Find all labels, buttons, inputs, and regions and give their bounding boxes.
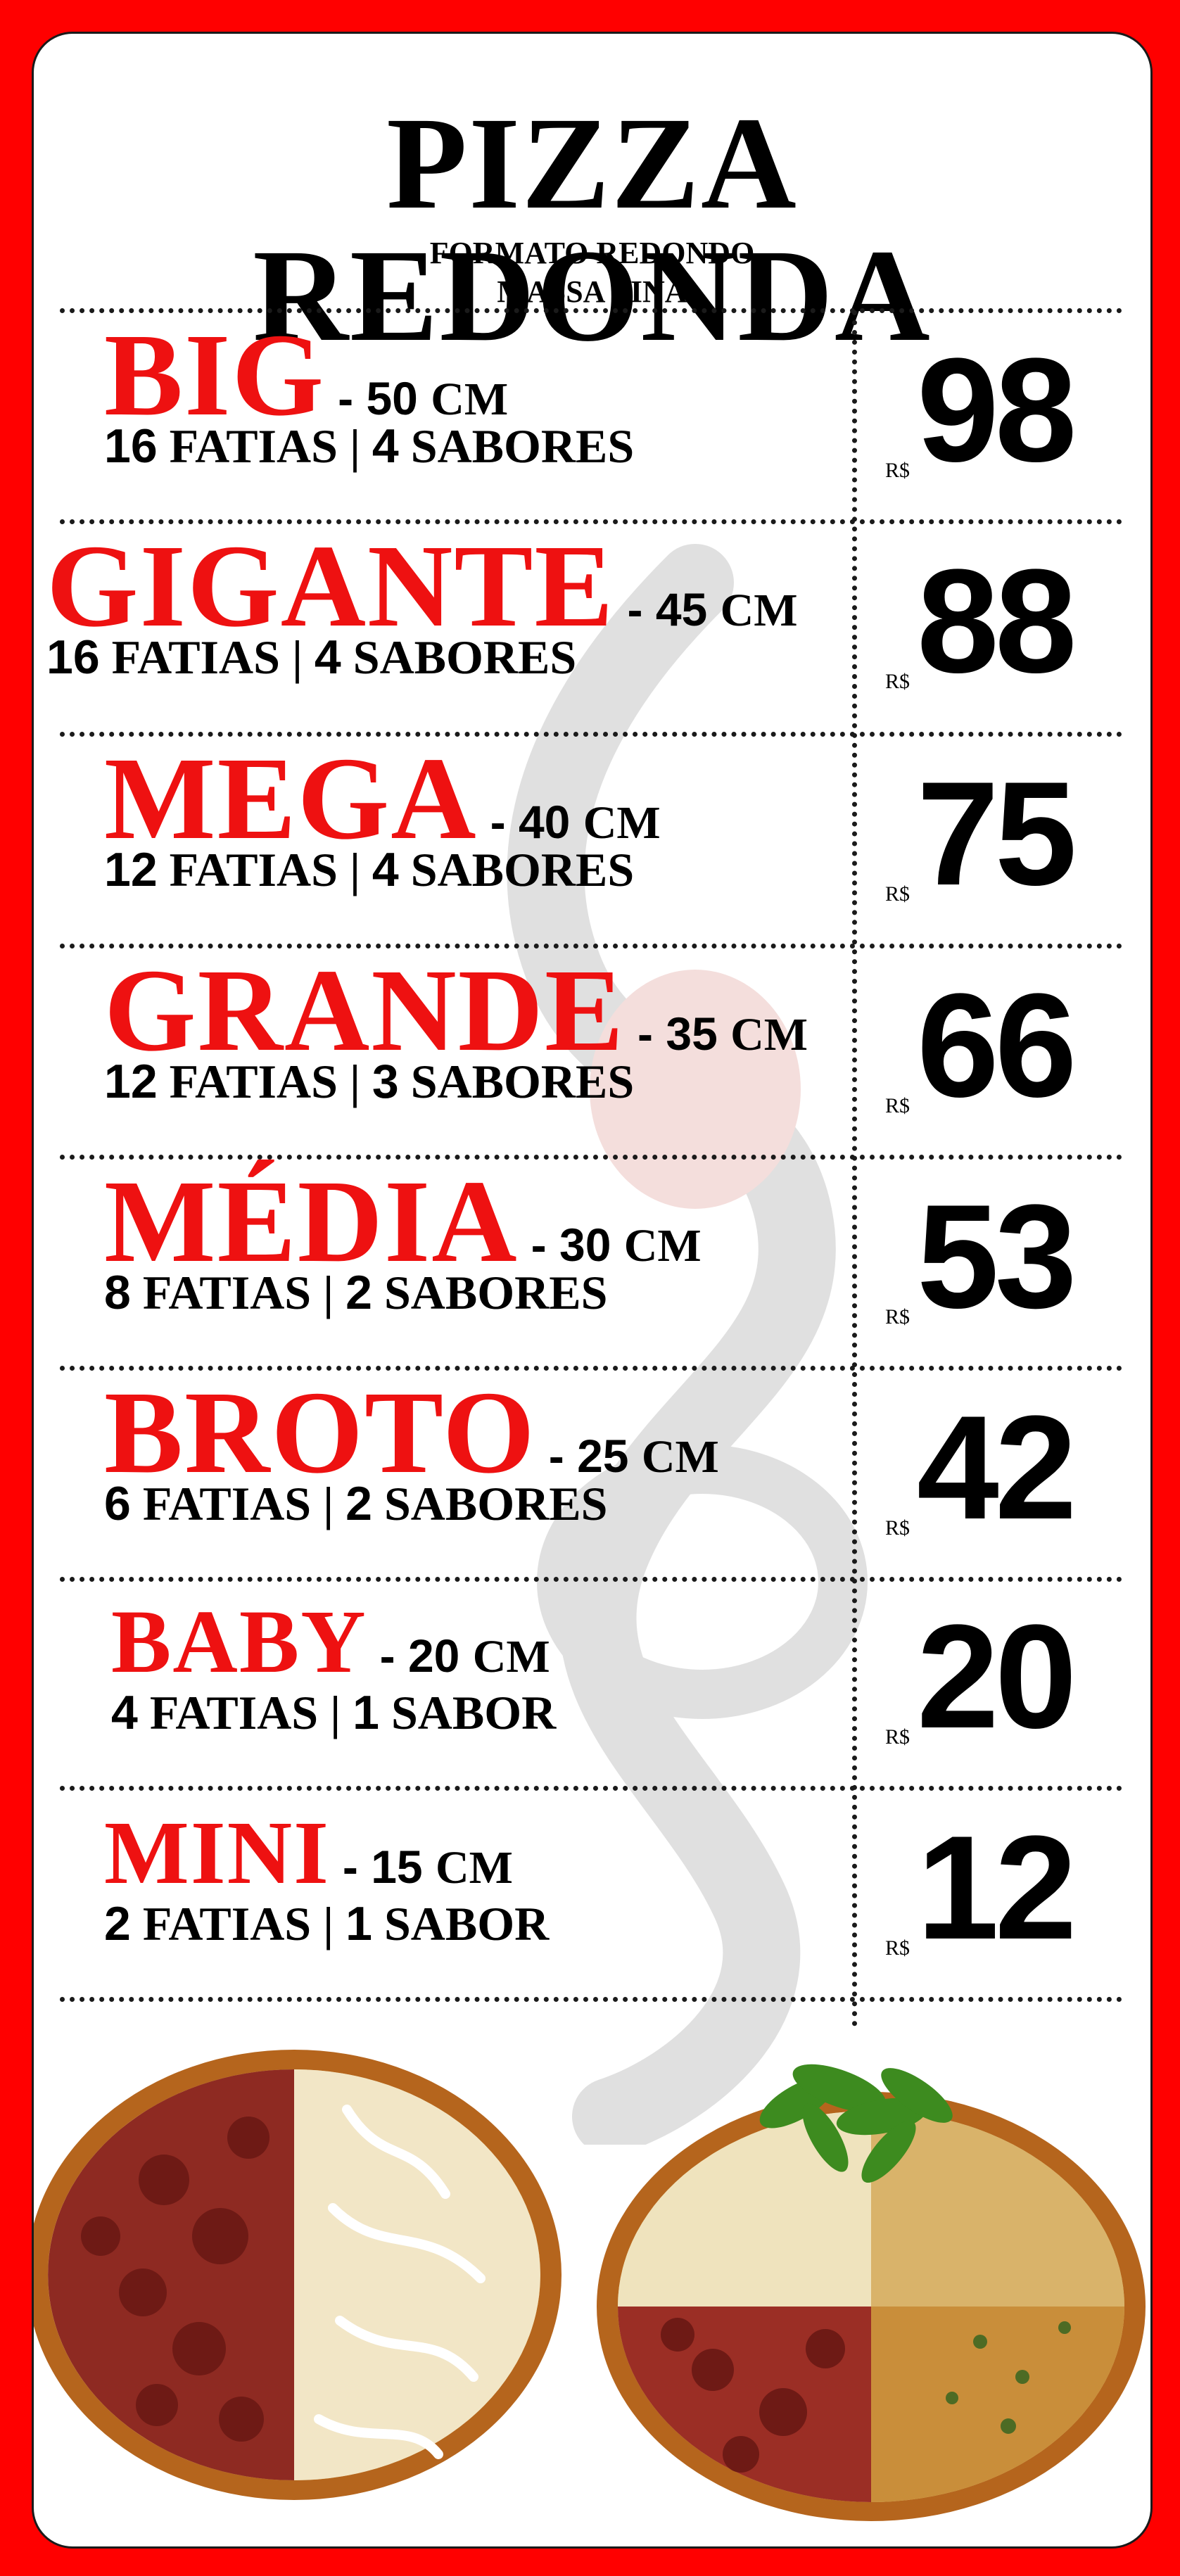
size-name: BABY [111,1592,367,1692]
format-subtitle: FORMATO REDONDO [429,236,755,270]
size-row-grande: GRANDE - 35 CM 12 FATIAS | 3 SABORES R$ 6… [34,951,1150,1162]
size-diameter: - 30 CM [531,1219,702,1271]
size-row-broto: BROTO - 25 CM 6 FATIAS | 2 SABORES R$ 42 [34,1373,1150,1584]
currency-label: R$ [885,1725,911,1749]
dough-subtitle: MASSA FINA [497,274,687,309]
price-value: 75 [917,751,1077,916]
size-title: BIG - 50 CM [104,315,508,435]
size-row-mega: MEGA - 40 CM 12 FATIAS | 4 SABORES R$ 75 [34,739,1150,950]
size-title: GRANDE - 35 CM [104,951,808,1070]
price-value: 88 [917,538,1077,704]
price: R$ 98 [875,315,1142,526]
price-value: 98 [917,327,1077,493]
price-value: 66 [917,963,1077,1128]
size-diameter: - 50 CM [338,372,509,425]
price: R$ 20 [875,1582,1142,1793]
size-info: 8 FATIAS | 2 SABORES [104,1266,608,1319]
size-title: BROTO - 25 CM [104,1373,719,1492]
size-title: MINI - 15 CM [104,1793,513,1912]
size-row-media: MÉDIA - 30 CM 8 FATIAS | 2 SABORES R$ 53 [34,1162,1150,1373]
price-value: 42 [917,1385,1077,1550]
size-info: 4 FATIAS | 1 SABOR [111,1686,557,1739]
price: R$ 53 [875,1162,1142,1373]
size-info: 16 FATIAS | 4 SABORES [104,419,635,473]
price: R$ 42 [875,1373,1142,1584]
price: R$ 88 [875,526,1142,737]
menu-card: PIZZA REDONDA FORMATO REDONDO MASSA FINA… [32,32,1153,2549]
size-info: 2 FATIAS | 1 SABOR [104,1897,550,1950]
size-row-mini: MINI - 15 CM 2 FATIAS | 1 SABOR R$ 12 [34,1793,1150,2004]
size-row-baby: BABY - 20 CM 4 FATIAS | 1 SABOR R$ 20 [34,1582,1150,1793]
size-title: BABY - 20 CM [111,1582,550,1701]
pizza-calabresa-catupiry-image [34,2050,562,2500]
currency-label: R$ [885,1094,911,1117]
currency-label: R$ [885,1305,911,1328]
size-diameter: - 40 CM [490,796,661,849]
size-name: MINI [104,1803,330,1903]
size-diameter: - 35 CM [637,1008,808,1060]
size-info: 12 FATIAS | 4 SABORES [104,843,635,896]
size-diameter: - 25 CM [548,1430,719,1483]
currency-label: R$ [885,1936,911,1960]
size-diameter: - 20 CM [379,1630,550,1682]
price-value: 12 [917,1805,1077,1970]
price: R$ 75 [875,739,1142,950]
size-title: MÉDIA - 30 CM [104,1162,702,1281]
price: R$ 12 [875,1793,1142,2004]
size-title: MEGA - 40 CM [104,739,661,858]
pizza-four-flavors-arugula-image [597,2064,1146,2521]
price-value: 20 [917,1594,1077,1759]
currency-label: R$ [885,882,911,906]
price: R$ 66 [875,951,1142,1162]
currency-label: R$ [885,459,911,482]
size-row-gigante: GIGANTE - 45 CM 16 FATIAS | 4 SABORES R$ … [34,526,1150,737]
currency-label: R$ [885,1516,911,1540]
size-info: 6 FATIAS | 2 SABORES [104,1477,608,1530]
currency-label: R$ [885,670,911,693]
size-row-big: BIG - 50 CM 16 FATIAS | 4 SABORES R$ 98 [34,315,1150,526]
size-diameter: - 15 CM [342,1841,513,1893]
price-value: 53 [917,1174,1077,1339]
size-info: 16 FATIAS | 4 SABORES [46,630,577,684]
size-diameter: - 45 CM [627,583,798,636]
size-info: 12 FATIAS | 3 SABORES [104,1055,635,1108]
size-title: GIGANTE - 45 CM [46,526,798,646]
